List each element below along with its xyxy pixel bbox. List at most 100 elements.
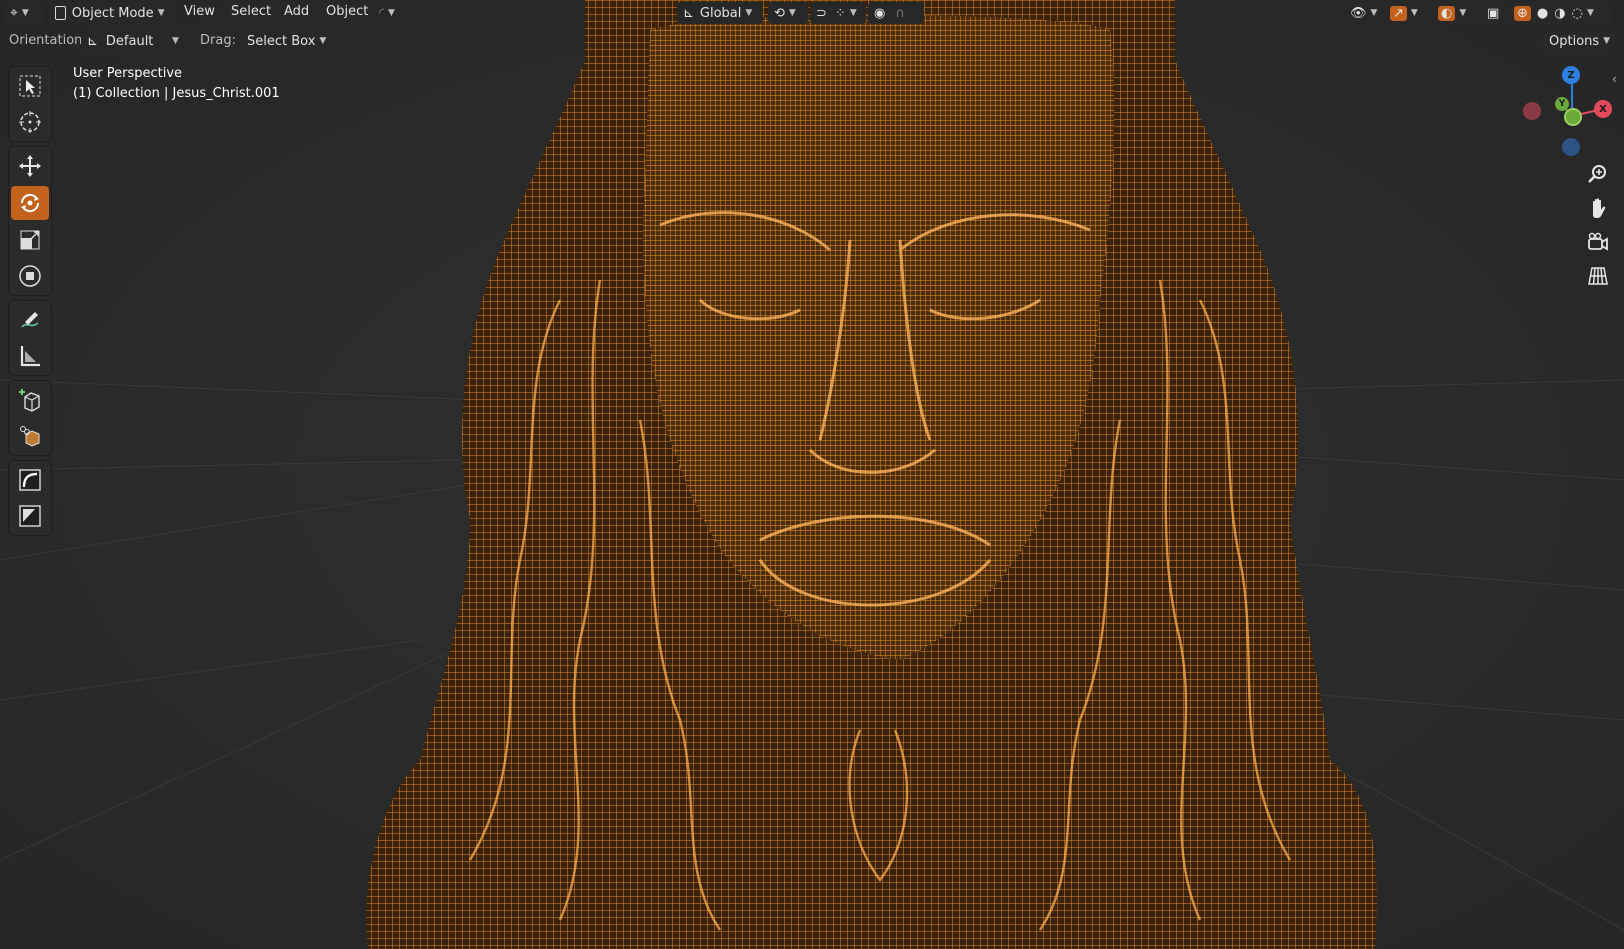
chevron-down-icon: ▼ bbox=[849, 8, 857, 18]
annotate-tool[interactable] bbox=[11, 303, 49, 337]
overlays-toggle[interactable]: ◐ ▼ bbox=[1432, 2, 1476, 24]
options-label: Options bbox=[1549, 33, 1600, 49]
xray-toggle[interactable]: ▣ bbox=[1481, 2, 1505, 24]
chevron-down-icon: ▼ bbox=[1410, 8, 1418, 18]
navigation-gizmo[interactable]: Z X Y bbox=[1515, 64, 1615, 164]
menu-object[interactable]: Object bbox=[326, 4, 368, 19]
chevron-down-icon: ▼ bbox=[1459, 8, 1467, 18]
tool-settings-bar: Orientation: ⊾ Default ▼ Drag: Select Bo… bbox=[0, 28, 1624, 55]
gizmo-x-axis[interactable]: X bbox=[1594, 100, 1612, 118]
gizmo-z-axis[interactable]: Z bbox=[1562, 66, 1580, 84]
visibility-dropdown[interactable]: 👁 ▼ bbox=[1344, 2, 1380, 24]
add-cube-icon bbox=[19, 389, 40, 412]
falloff-icon: ∩ bbox=[895, 5, 905, 21]
axes-icon: ⊾ bbox=[87, 33, 98, 49]
measure-tool[interactable] bbox=[11, 339, 49, 373]
chevron-down-icon: ▼ bbox=[788, 8, 796, 18]
editor-type-button[interactable]: ⌖ ▼ bbox=[4, 2, 44, 24]
perspective-toggle-button[interactable] bbox=[1580, 260, 1616, 292]
orientation-dropdown-value: Default bbox=[105, 33, 154, 49]
material-shading-icon[interactable]: ◑ bbox=[1554, 6, 1565, 21]
eye-icon: 👁 bbox=[1350, 5, 1367, 21]
gizmo-icon: ↗ bbox=[1390, 5, 1407, 21]
rendered-shading-icon[interactable]: ◌ bbox=[1572, 6, 1583, 21]
add-cube-tool[interactable] bbox=[11, 383, 49, 417]
cursor-icon bbox=[19, 111, 41, 133]
rotate-tool[interactable] bbox=[11, 186, 49, 220]
chevron-down-icon: ▼ bbox=[172, 36, 179, 46]
chevron-down-icon: ▼ bbox=[21, 8, 29, 18]
mode-label: Object Mode bbox=[71, 5, 154, 21]
transform-tool[interactable] bbox=[11, 259, 49, 293]
drag-label: Drag: bbox=[200, 33, 236, 48]
toolbar-group-select bbox=[8, 66, 52, 142]
gpencil-dropdown[interactable]: ◜ ▼ bbox=[373, 2, 407, 24]
chevron-down-icon: ▼ bbox=[1370, 8, 1378, 18]
select-box-tool[interactable] bbox=[11, 69, 49, 103]
sidebar-toggle-icon[interactable]: ‹ bbox=[1612, 72, 1617, 86]
zoom-button[interactable] bbox=[1580, 158, 1616, 190]
camera-icon bbox=[1588, 232, 1608, 251]
image-tool[interactable] bbox=[11, 499, 49, 533]
drag-dropdown[interactable]: Select Box ▼ bbox=[241, 30, 330, 52]
editor-type-icon: ⌖ bbox=[10, 5, 18, 21]
scale-tool[interactable] bbox=[11, 223, 49, 257]
menu-select[interactable]: Select bbox=[231, 4, 271, 19]
drag-dropdown-value: Select Box bbox=[247, 33, 316, 49]
pan-button[interactable] bbox=[1580, 192, 1616, 224]
3d-viewport[interactable] bbox=[0, 0, 1624, 949]
wireframe-shading-icon[interactable]: ⊕ bbox=[1514, 5, 1531, 21]
curve-tool[interactable] bbox=[11, 463, 49, 497]
scale-cage-tool[interactable] bbox=[11, 419, 49, 453]
gizmo-toggle[interactable]: ↗ ▼ bbox=[1384, 2, 1428, 24]
orientation-label: Orientation: bbox=[9, 33, 87, 48]
options-dropdown[interactable]: Options ▼ bbox=[1543, 30, 1616, 52]
annotate-icon bbox=[21, 312, 39, 328]
viewport-header: ⌖ ▼ Object Mode ▼ View Select Add Object … bbox=[0, 0, 1624, 27]
view-name: User Perspective bbox=[73, 66, 183, 81]
chevron-down-icon: ▼ bbox=[745, 8, 753, 18]
snap-target-icon: ⁘ bbox=[834, 5, 846, 21]
gizmo-neg-y-axis[interactable] bbox=[1564, 108, 1582, 126]
cursor-tool[interactable] bbox=[11, 105, 49, 139]
orientation-dropdown[interactable]: ⊾ Default ▼ bbox=[81, 30, 188, 52]
orientation-value: Global bbox=[699, 5, 742, 21]
chevron-down-icon: ▼ bbox=[388, 8, 395, 18]
select-box-icon bbox=[19, 75, 41, 97]
chevron-down-icon: ▼ bbox=[1586, 8, 1594, 18]
menu-view[interactable]: View bbox=[184, 4, 215, 19]
snap-icon: ⊃ bbox=[816, 5, 827, 21]
overlays-icon: ◐ bbox=[1438, 5, 1456, 21]
proportional-edit-group[interactable]: ◉ ∩ bbox=[868, 2, 924, 24]
shading-group[interactable]: ⊕ ● ◑ ◌ ▼ bbox=[1508, 2, 1612, 24]
camera-view-button[interactable] bbox=[1580, 226, 1616, 258]
object-mode-icon bbox=[55, 6, 66, 20]
image-icon bbox=[19, 505, 41, 527]
scale-cage-icon bbox=[20, 426, 40, 447]
zoom-icon bbox=[1588, 165, 1606, 183]
pivot-dropdown[interactable]: ⟲ ▼ bbox=[768, 2, 808, 24]
chevron-down-icon: ▼ bbox=[157, 8, 165, 18]
curve-icon bbox=[19, 469, 41, 491]
transform-orientation-dropdown[interactable]: ⊾ Global ▼ bbox=[677, 2, 763, 24]
mode-dropdown[interactable]: Object Mode ▼ bbox=[49, 2, 171, 24]
scale-icon bbox=[20, 230, 40, 250]
rotate-icon bbox=[20, 193, 40, 213]
menu-add[interactable]: Add bbox=[284, 4, 309, 19]
grid-perspective-icon bbox=[1588, 267, 1608, 285]
object-info: (1) Collection | Jesus_Christ.001 bbox=[73, 86, 280, 101]
gizmo-neg-z-axis[interactable] bbox=[1562, 138, 1580, 156]
toolbar-group-misc bbox=[8, 460, 52, 536]
toolbar-group-add bbox=[8, 380, 52, 456]
gizmo-neg-x-axis[interactable] bbox=[1523, 102, 1541, 120]
move-icon bbox=[19, 155, 41, 177]
viewport-canvas bbox=[0, 0, 1624, 949]
solid-shading-icon[interactable]: ● bbox=[1537, 6, 1548, 21]
hand-icon bbox=[1593, 198, 1606, 218]
move-tool[interactable] bbox=[11, 149, 49, 183]
xray-icon: ▣ bbox=[1487, 5, 1500, 21]
orientation-icon: ⊾ bbox=[683, 5, 694, 21]
transform-icon bbox=[19, 265, 41, 287]
toolbar-group-annotate bbox=[8, 300, 52, 376]
snap-group[interactable]: ⊃ ⁘ ▼ bbox=[810, 2, 866, 24]
